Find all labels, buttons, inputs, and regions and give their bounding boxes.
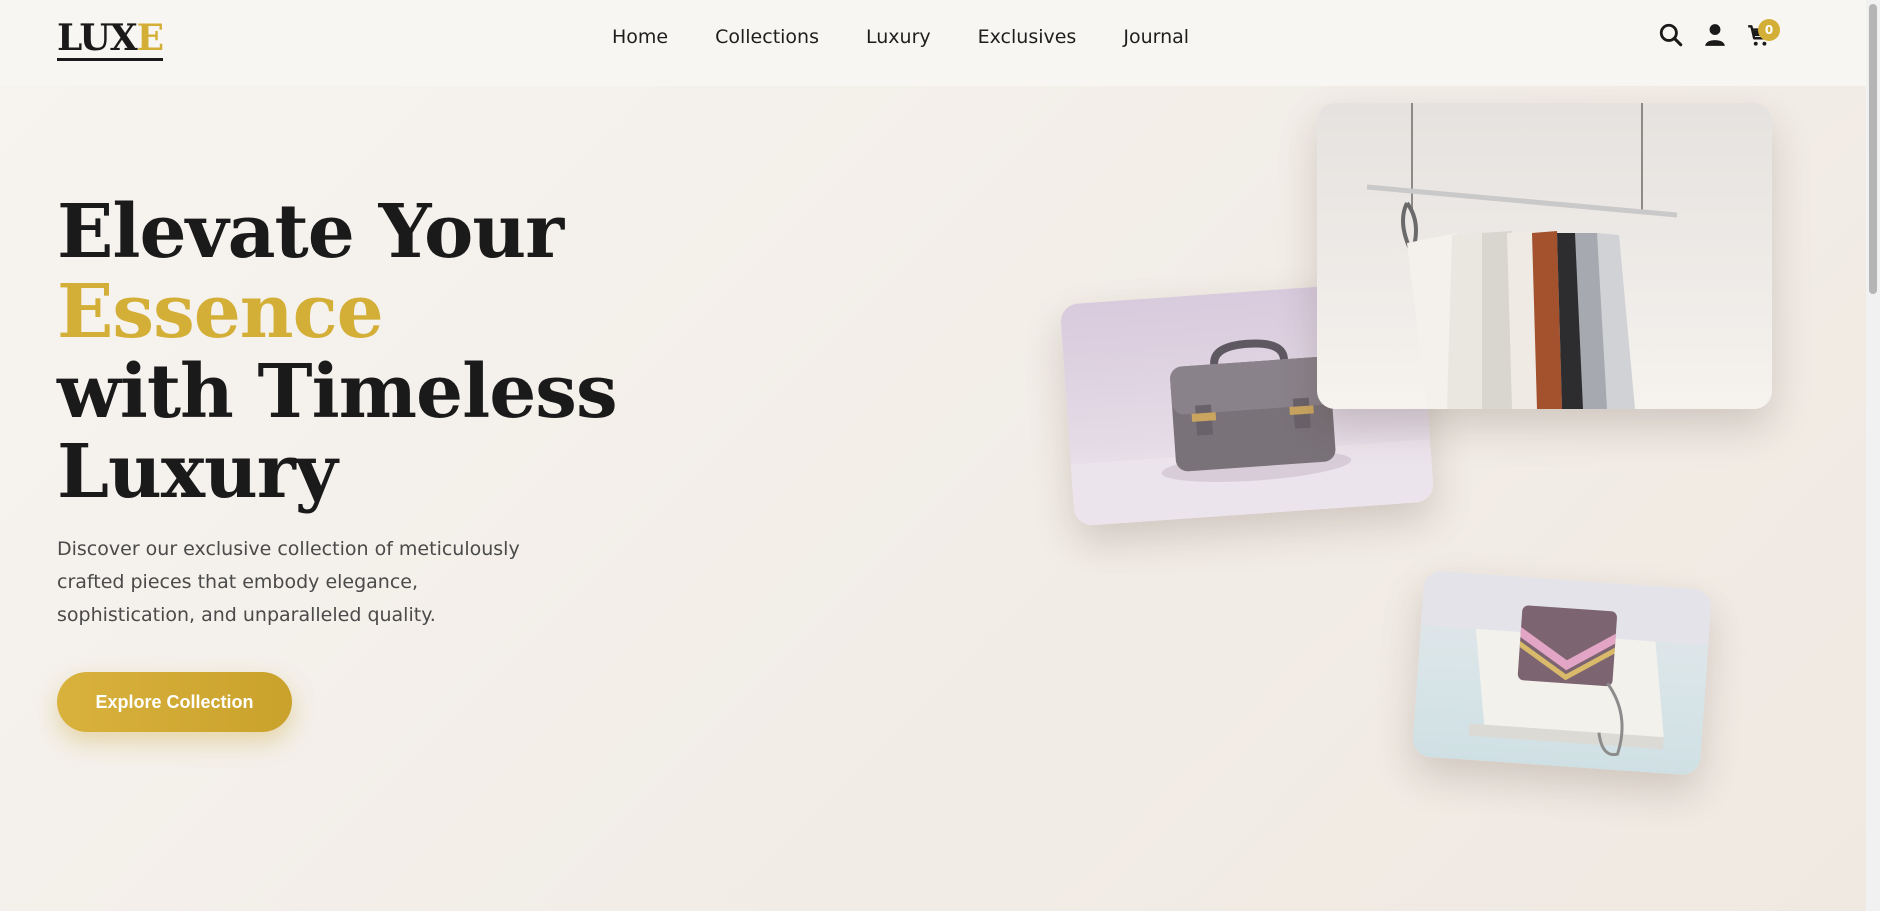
nav-journal[interactable]: Journal <box>1123 26 1189 48</box>
nav-home[interactable]: Home <box>612 26 668 48</box>
nav-collections[interactable]: Collections <box>715 26 819 48</box>
user-icon[interactable] <box>1702 22 1730 50</box>
scrollbar-thumb[interactable] <box>1869 4 1877 294</box>
hero-title-line-3: with Timeless <box>57 349 618 435</box>
search-icon[interactable] <box>1658 22 1686 50</box>
nav-exclusives[interactable]: Exclusives <box>978 26 1077 48</box>
clothing-rack-image[interactable] <box>1317 103 1772 409</box>
nav-luxury[interactable]: Luxury <box>866 26 931 48</box>
explore-collection-button[interactable]: Explore Collection <box>57 672 292 732</box>
site-header: LUXE Home Collections Luxury Exclusives … <box>0 0 1866 86</box>
logo-accent: E <box>136 17 164 59</box>
logo[interactable]: LUXE <box>57 17 164 61</box>
hero-title-highlight: Essence <box>57 269 384 355</box>
hero-title-line-4: Luxury <box>57 429 338 515</box>
logo-text: LUX <box>57 17 138 59</box>
page-scrollbar[interactable] <box>1866 0 1880 911</box>
hero-title: Elevate Your Essence with Timeless Luxur… <box>57 189 618 515</box>
main-nav: Home Collections Luxury Exclusives Journ… <box>612 26 1236 48</box>
cart-count-badge: 0 <box>1758 19 1780 41</box>
hero-title-line-1: Elevate Your <box>57 189 564 275</box>
hero-description: Discover our exclusive collection of met… <box>57 538 520 626</box>
purse-image[interactable] <box>1411 570 1713 776</box>
